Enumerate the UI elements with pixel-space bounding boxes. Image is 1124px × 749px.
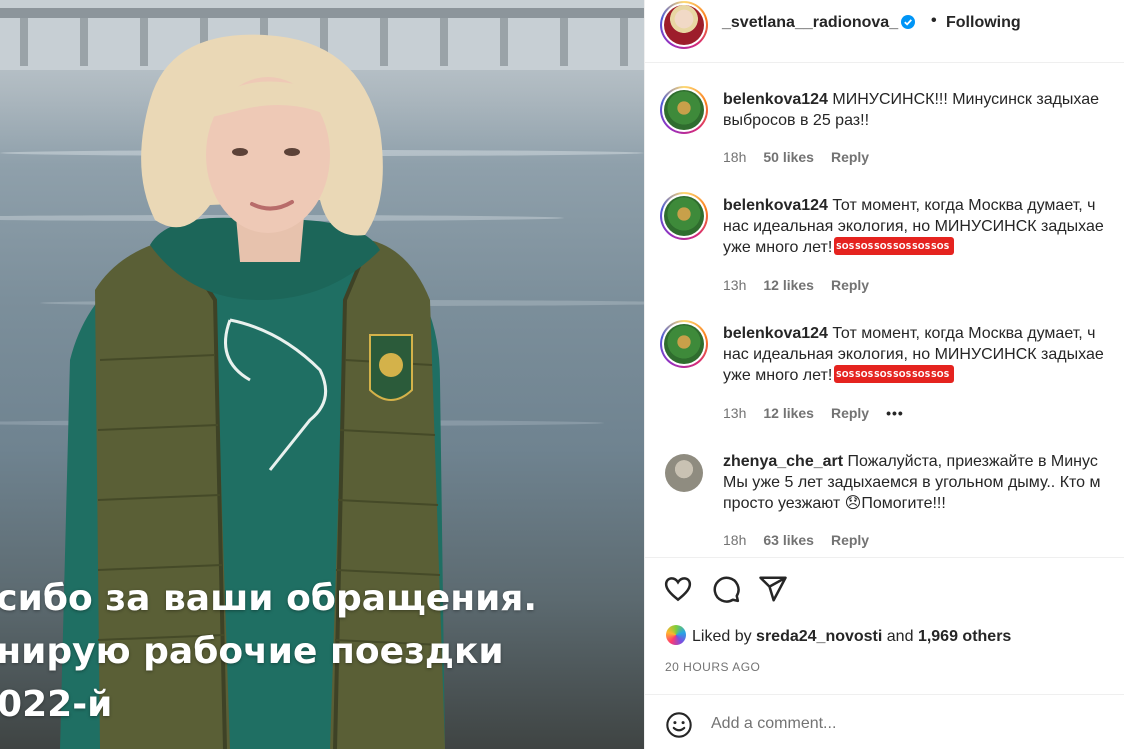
post-timestamp[interactable]: 20 HOURS AGO xyxy=(665,660,760,674)
add-comment-bar: Add a comment... xyxy=(645,694,1124,749)
comment-meta: 18h 63 likes Reply xyxy=(723,532,886,548)
sos-label: SOS xyxy=(931,242,950,251)
post-side-panel: _svetlana__radionova_ • Following belenk… xyxy=(644,0,1124,749)
comment-item: zhenya_che_art Пожалуйста, приезжайте в … xyxy=(645,448,1124,558)
sos-label: SOS xyxy=(855,370,874,379)
comment-text: belenkova124 Тот момент, когда Москва ду… xyxy=(723,323,1124,386)
comment-item: belenkova124 Тот момент, когда Москва ду… xyxy=(645,192,1124,302)
heart-icon[interactable] xyxy=(663,574,693,604)
comment-text: belenkova124 МИНУСИНСК!!! Минусинск зады… xyxy=(723,89,1124,131)
sos-label: SOS xyxy=(836,242,855,251)
comment-body-line: Пожалуйста, приезжайте в Минус xyxy=(847,453,1098,470)
divider xyxy=(645,62,1124,63)
comment-body-line: уже много лет! xyxy=(723,367,833,384)
sos-label: SOS xyxy=(874,370,893,379)
comment-time: 18h xyxy=(723,149,747,165)
comment-body-line: нас идеальная экология, но МИНУСИНСК зад… xyxy=(723,346,1104,363)
post-image[interactable]: асибо за ваши обращения. анирую рабочие … xyxy=(0,0,644,749)
sos-label: SOS xyxy=(912,242,931,251)
sos-label: SOS xyxy=(893,370,912,379)
caption-line-1: асибо за ваши обращения. xyxy=(0,578,538,619)
comment-likes[interactable]: 12 likes xyxy=(763,405,814,421)
comment-body-line: Тот момент, когда Москва думает, ч xyxy=(832,325,1096,342)
comment-meta: 13h 12 likes Reply xyxy=(723,277,886,293)
liker-username[interactable]: sreda24_novosti xyxy=(756,628,882,645)
comment-likes[interactable]: 63 likes xyxy=(763,532,814,548)
divider xyxy=(645,557,1124,558)
sos-label: SOS xyxy=(874,242,893,251)
commenter-username[interactable]: belenkova124 xyxy=(723,91,828,108)
author-avatar[interactable] xyxy=(660,1,708,49)
comment-body-line: МИНУСИНСК!!! Минусинск задыхае xyxy=(832,91,1100,108)
caption-line-3: 2022-й xyxy=(0,684,113,725)
comment-item: belenkova124 МИНУСИНСК!!! Минусинск зады… xyxy=(645,86,1124,176)
comment-meta: 18h 50 likes Reply xyxy=(723,149,886,165)
commenter-username[interactable]: belenkova124 xyxy=(723,197,828,214)
caption-line-2: анирую рабочие поездки xyxy=(0,631,504,672)
reply-button[interactable]: Reply xyxy=(831,149,869,165)
sos-label: SOS xyxy=(931,370,950,379)
liked-by-label: Liked by xyxy=(692,628,752,645)
author-username-row[interactable]: _svetlana__radionova_ xyxy=(722,14,916,32)
comment-input[interactable]: Add a comment... xyxy=(711,715,836,733)
reply-button[interactable]: Reply xyxy=(831,277,869,293)
sos-emoji-strip: SOS SOS SOS SOS SOS SOS xyxy=(834,237,955,255)
reply-button[interactable]: Reply xyxy=(831,405,869,421)
separator-dot: • xyxy=(931,12,937,29)
comment-likes[interactable]: 50 likes xyxy=(763,149,814,165)
comment-time: 13h xyxy=(723,277,747,293)
comment-time: 13h xyxy=(723,405,747,421)
comment-body-line: уже много лет! xyxy=(723,239,833,256)
post-actions-bar xyxy=(645,572,1124,608)
comment-body-line: Мы уже 5 лет задыхаемся в угольном дыму.… xyxy=(723,474,1101,491)
likes-others-count[interactable]: 1,969 others xyxy=(918,628,1011,645)
paper-plane-icon[interactable] xyxy=(758,574,788,604)
comment-body-line: просто уезжают 😞Помогите!!! xyxy=(723,495,946,512)
post-header: _svetlana__radionova_ • Following xyxy=(645,0,1124,49)
emoji-icon[interactable] xyxy=(665,711,693,739)
sos-label: SOS xyxy=(836,370,855,379)
verified-badge-icon xyxy=(901,15,916,29)
comment-body-line: Тот момент, когда Москва думает, ч xyxy=(832,197,1096,214)
sos-label: SOS xyxy=(893,242,912,251)
comment-body-line: нас идеальная экология, но МИНУСИНСК зад… xyxy=(723,218,1104,235)
comment-text: zhenya_che_art Пожалуйста, приезжайте в … xyxy=(723,451,1124,514)
likes-and: and xyxy=(886,628,914,645)
comment-body-line: выбросов в 25 раз!! xyxy=(723,112,870,129)
comment-text: belenkova124 Тот момент, когда Москва ду… xyxy=(723,195,1124,258)
comment-time: 18h xyxy=(723,532,747,548)
commenter-avatar[interactable] xyxy=(660,86,708,134)
reply-button[interactable]: Reply xyxy=(831,532,869,548)
sos-label: SOS xyxy=(855,242,874,251)
comment-icon[interactable] xyxy=(711,574,741,604)
likes-summary: Liked by sreda24_novosti and 1,969 other… xyxy=(666,625,1011,646)
author-username[interactable]: _svetlana__radionova_ xyxy=(722,14,898,31)
more-options-button[interactable]: ••• xyxy=(886,405,904,421)
comment-meta: 13h 12 likes Reply ••• xyxy=(723,405,921,421)
commenter-username[interactable]: belenkova124 xyxy=(723,325,828,342)
following-button[interactable]: Following xyxy=(946,14,1021,32)
post-caption-overlay: асибо за ваши обращения. анирую рабочие … xyxy=(0,572,644,731)
commenter-username[interactable]: zhenya_che_art xyxy=(723,453,843,470)
liker-avatar[interactable] xyxy=(666,625,686,645)
sos-label: SOS xyxy=(912,370,931,379)
comment-item: belenkova124 Тот момент, когда Москва ду… xyxy=(645,320,1124,430)
commenter-avatar[interactable] xyxy=(660,192,708,240)
commenter-avatar[interactable] xyxy=(665,454,703,492)
commenter-avatar[interactable] xyxy=(660,320,708,368)
comment-likes[interactable]: 12 likes xyxy=(763,277,814,293)
sos-emoji-strip: SOS SOS SOS SOS SOS SOS xyxy=(834,365,955,383)
